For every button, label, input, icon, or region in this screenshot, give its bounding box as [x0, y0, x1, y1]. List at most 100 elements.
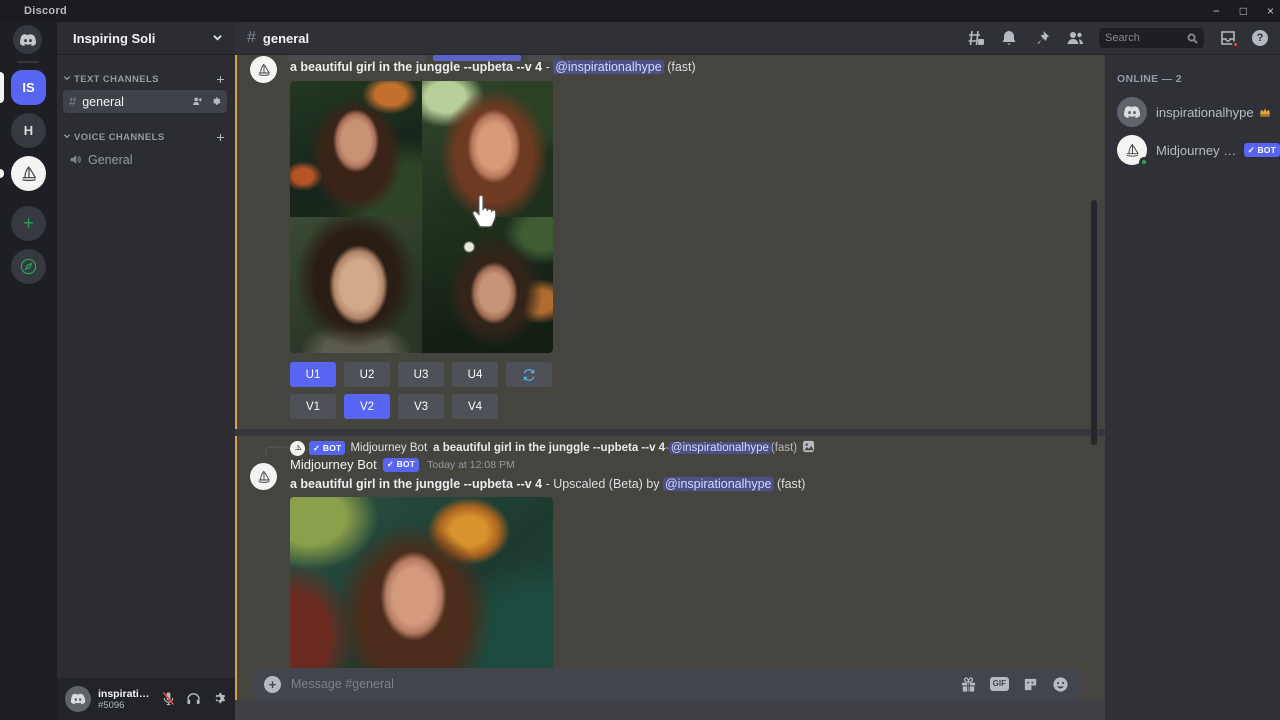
discord-home-button[interactable] — [13, 25, 42, 54]
channel-sidebar: Inspiring Soli TEXT CHANNELS + # general… — [57, 22, 235, 720]
add-server-button[interactable]: + — [11, 206, 46, 241]
server-midjourney[interactable] — [11, 156, 46, 191]
gift-button[interactable] — [960, 676, 977, 693]
gift-icon — [960, 676, 977, 693]
emoji-picker-button[interactable] — [1052, 676, 1069, 693]
sticker-picker-button[interactable] — [1022, 676, 1039, 693]
prompt-text: a beautiful girl in the junggle --upbeta… — [290, 477, 1093, 491]
member-midjourney-bot[interactable]: Midjourney Bot ✓ BOT — [1117, 135, 1280, 165]
emoji-icon — [1052, 676, 1069, 693]
bot-badge: ✓ BOT — [309, 441, 345, 455]
mute-microphone-button[interactable] — [161, 691, 177, 707]
text-channels-section[interactable]: TEXT CHANNELS + — [57, 71, 235, 87]
variation-4-button[interactable]: V4 — [452, 394, 498, 419]
speaker-icon — [69, 153, 82, 166]
message-author[interactable]: Midjourney Bot — [290, 457, 377, 472]
message-input[interactable] — [291, 677, 950, 691]
generated-image-grid[interactable] — [290, 81, 553, 353]
prompt-bold: a beautiful girl in the junggle --upbeta… — [290, 60, 542, 74]
deafen-button[interactable] — [186, 691, 202, 707]
add-text-channel-button[interactable]: + — [216, 71, 225, 87]
upscale-4-button[interactable]: U4 — [452, 362, 498, 387]
attach-file-button[interactable]: + — [264, 676, 281, 693]
maximize-button[interactable]: □ — [1240, 0, 1247, 22]
voice-channels-section[interactable]: VOICE CHANNELS + — [57, 129, 235, 145]
variation-3-button[interactable]: V3 — [398, 394, 444, 419]
sticker-icon — [1022, 676, 1039, 693]
mention-inspirationalhype[interactable]: @inspirationalhype — [669, 442, 771, 454]
pinned-messages-button[interactable] — [1033, 29, 1051, 47]
threads-icon — [967, 29, 985, 47]
upscale-1-button[interactable]: U1 — [290, 362, 336, 387]
grid-image-4[interactable] — [422, 217, 554, 353]
search-input[interactable] — [1105, 32, 1187, 44]
reply-connector — [265, 446, 287, 455]
bot-badge: ✓ BOT — [1244, 143, 1280, 157]
search-icon — [1187, 33, 1198, 44]
member-list-toggle-button[interactable] — [1066, 29, 1084, 47]
variation-2-button[interactable]: V2 — [344, 394, 390, 419]
upscale-3-button[interactable]: U3 — [398, 362, 444, 387]
inbox-notification-dot — [1232, 41, 1239, 48]
member-inspirationalhype[interactable]: inspirationalhype — [1117, 97, 1280, 127]
window-titlebar: Discord − □ × — [0, 0, 1280, 22]
inbox-button[interactable] — [1219, 29, 1237, 47]
server-owner-crown-icon — [1259, 106, 1271, 118]
midjourney-bot-avatar[interactable] — [250, 56, 277, 83]
create-invite-icon[interactable] — [192, 96, 203, 107]
member-name: Midjourney Bot — [1156, 143, 1239, 158]
member-avatar — [1117, 135, 1147, 165]
prompt-text: a beautiful girl in the junggle --upbeta… — [290, 60, 1093, 74]
server-name: Inspiring Soli — [73, 31, 155, 46]
mention-inspirationalhype[interactable]: @inspirationalhype — [663, 477, 774, 491]
channel-name: general — [82, 95, 124, 109]
variation-1-button[interactable]: V1 — [290, 394, 336, 419]
reply-context[interactable]: ✓ BOT Midjourney Bot a beautiful girl in… — [290, 440, 1093, 456]
message-composer[interactable]: + GIF — [252, 668, 1081, 700]
hash-icon: # — [69, 94, 76, 109]
upscale-2-button[interactable]: U2 — [344, 362, 390, 387]
server-rail: IS H + — [0, 22, 57, 720]
midjourney-bot-avatar[interactable] — [250, 463, 277, 490]
close-button[interactable]: × — [1267, 0, 1274, 22]
add-voice-channel-button[interactable]: + — [216, 129, 225, 145]
sailboat-icon — [293, 443, 303, 453]
gif-icon: GIF — [990, 677, 1009, 691]
mention-inspirationalhype[interactable]: @inspirationalhype — [553, 60, 664, 74]
gif-picker-button[interactable]: GIF — [990, 677, 1009, 691]
reroll-button[interactable] — [506, 362, 552, 387]
notification-settings-button[interactable] — [1000, 29, 1018, 47]
reply-prompt: a beautiful girl in the junggle --upbeta… — [433, 442, 665, 454]
minimize-button[interactable]: − — [1213, 0, 1220, 22]
threads-button[interactable] — [967, 29, 985, 47]
user-area: inspirationalhype #5096 — [57, 678, 235, 720]
search-box[interactable] — [1099, 28, 1204, 48]
server-inspiring-soli[interactable]: IS — [11, 70, 46, 105]
grid-image-2[interactable] — [422, 81, 554, 217]
discord-logo-icon — [19, 31, 37, 49]
midjourney-bot-mini-avatar — [290, 441, 305, 456]
server-name-header[interactable]: Inspiring Soli — [57, 22, 235, 55]
explore-servers-button[interactable] — [11, 249, 46, 284]
message-midjourney-upscaled: ✓ BOT Midjourney Bot a beautiful girl in… — [235, 436, 1105, 700]
member-list: ONLINE — 2 inspirationalhype Midj — [1105, 55, 1280, 720]
channel-settings-gear-icon[interactable] — [210, 96, 221, 107]
user-avatar[interactable] — [65, 686, 91, 712]
upscaled-image[interactable] — [290, 497, 553, 668]
voice-channel-general[interactable]: General — [63, 148, 227, 171]
server-h[interactable]: H — [11, 113, 46, 148]
grid-image-1[interactable] — [290, 81, 422, 217]
headphones-icon — [186, 691, 201, 706]
chat-scrollbar-thumb[interactable] — [1091, 200, 1097, 445]
grid-image-3[interactable] — [290, 217, 422, 353]
voice-channels-label: VOICE CHANNELS — [74, 132, 165, 143]
message-list[interactable]: a beautiful girl in the junggle --upbeta… — [235, 55, 1105, 720]
user-settings-button[interactable] — [211, 691, 227, 707]
app-title: Discord — [24, 5, 67, 17]
reply-author[interactable]: Midjourney Bot — [350, 442, 427, 454]
voice-channel-name: General — [88, 153, 132, 167]
channel-general[interactable]: # general — [63, 90, 227, 113]
online-section-label: ONLINE — 2 — [1117, 73, 1280, 85]
help-button[interactable]: ? — [1252, 30, 1268, 46]
chevron-down-icon — [212, 31, 223, 46]
